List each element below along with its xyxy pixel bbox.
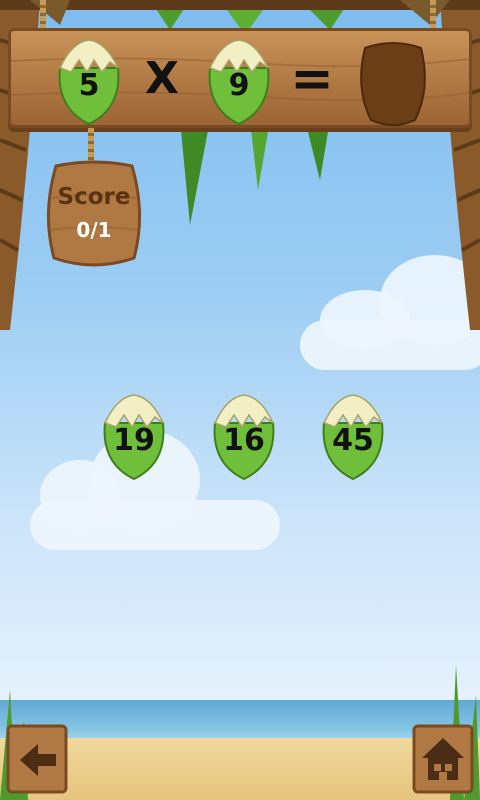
score-label: Score bbox=[57, 184, 131, 210]
choice-coconut-2[interactable]: 16 bbox=[207, 393, 281, 481]
back-button[interactable] bbox=[6, 724, 68, 794]
choice-value: 19 bbox=[113, 423, 155, 458]
multiply-sign: X bbox=[145, 53, 179, 104]
back-arrow-icon bbox=[6, 724, 68, 794]
choice-coconut-1[interactable]: 19 bbox=[97, 393, 171, 481]
empty-coconut-icon bbox=[360, 42, 426, 126]
cloud bbox=[30, 500, 280, 550]
wood-sign bbox=[47, 160, 141, 267]
home-icon bbox=[412, 724, 474, 794]
palm-leaves-top bbox=[0, 0, 480, 25]
equals-sign: = bbox=[290, 49, 334, 109]
choice-value: 45 bbox=[332, 423, 374, 458]
score-sign: Score 0/1 bbox=[44, 158, 144, 270]
sand bbox=[0, 738, 480, 800]
answer-slot bbox=[355, 38, 431, 126]
home-button[interactable] bbox=[412, 724, 474, 794]
operand-a-value: 5 bbox=[78, 68, 100, 103]
operand-b-coconut: 9 bbox=[202, 38, 276, 126]
score-value: 0/1 bbox=[76, 218, 112, 242]
choice-value: 16 bbox=[223, 423, 265, 458]
operand-a-coconut: 5 bbox=[52, 38, 126, 126]
choice-coconut-3[interactable]: 45 bbox=[316, 393, 390, 481]
operand-b-value: 9 bbox=[228, 68, 250, 103]
game-scene: 5 X 9 = Score 0/1 19 16 45 bbox=[0, 0, 480, 800]
